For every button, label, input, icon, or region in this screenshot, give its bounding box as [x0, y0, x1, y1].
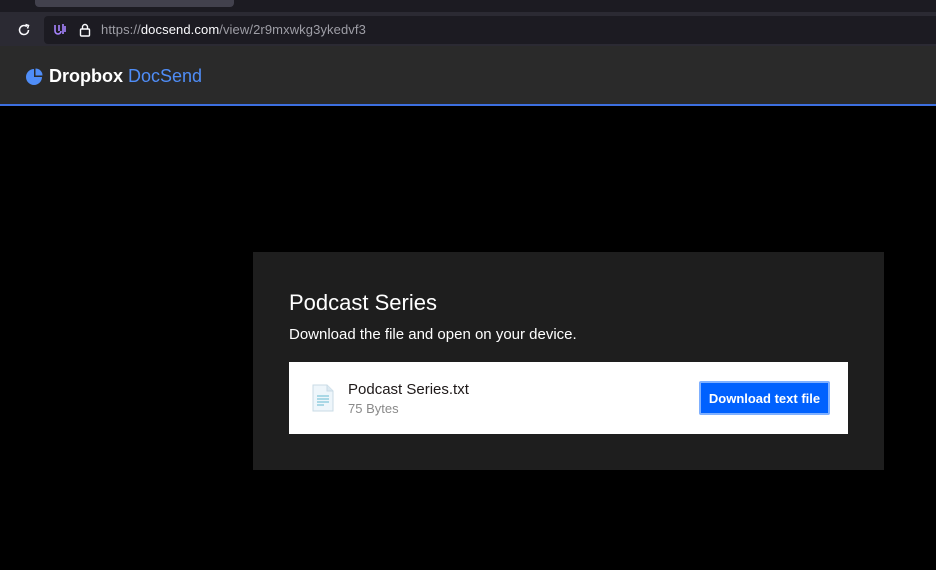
text-file-icon [311, 384, 335, 412]
download-card: Podcast Series Download the file and ope… [253, 252, 884, 470]
url-scheme: https:// [101, 22, 141, 37]
download-button[interactable]: Download text file [699, 381, 830, 415]
logo-brand-text: Dropbox [49, 66, 123, 86]
browser-tab[interactable] [35, 0, 234, 7]
file-item: Podcast Series.txt 75 Bytes Download tex… [289, 362, 848, 434]
page-header: Dropbox DocSend [0, 46, 936, 106]
tracking-protection-icon[interactable] [52, 22, 68, 38]
tab-strip [0, 0, 936, 12]
reload-icon[interactable] [14, 20, 34, 40]
docsend-logo-icon [26, 68, 43, 85]
browser-toolbar: https://docsend.com/view/2r9mxwkg3ykedvf… [0, 12, 936, 46]
page-title: Podcast Series [289, 290, 437, 315]
logo-product-text: DocSend [128, 66, 203, 86]
lock-icon[interactable] [77, 22, 93, 38]
url-path: /view/2r9mxwkg3ykedvf3 [219, 22, 366, 37]
file-size: 75 Bytes [348, 401, 399, 416]
download-instructions: Download the file and open on your devic… [289, 326, 577, 343]
browser-chrome: https://docsend.com/view/2r9mxwkg3ykedvf… [0, 0, 936, 46]
url-text[interactable]: https://docsend.com/view/2r9mxwkg3ykedvf… [101, 22, 366, 37]
file-name: Podcast Series.txt [348, 381, 469, 398]
url-host: docsend.com [140, 22, 220, 37]
dropbox-docsend-logo[interactable]: Dropbox DocSend [25, 66, 202, 87]
address-bar[interactable]: https://docsend.com/view/2r9mxwkg3ykedvf… [44, 16, 936, 44]
